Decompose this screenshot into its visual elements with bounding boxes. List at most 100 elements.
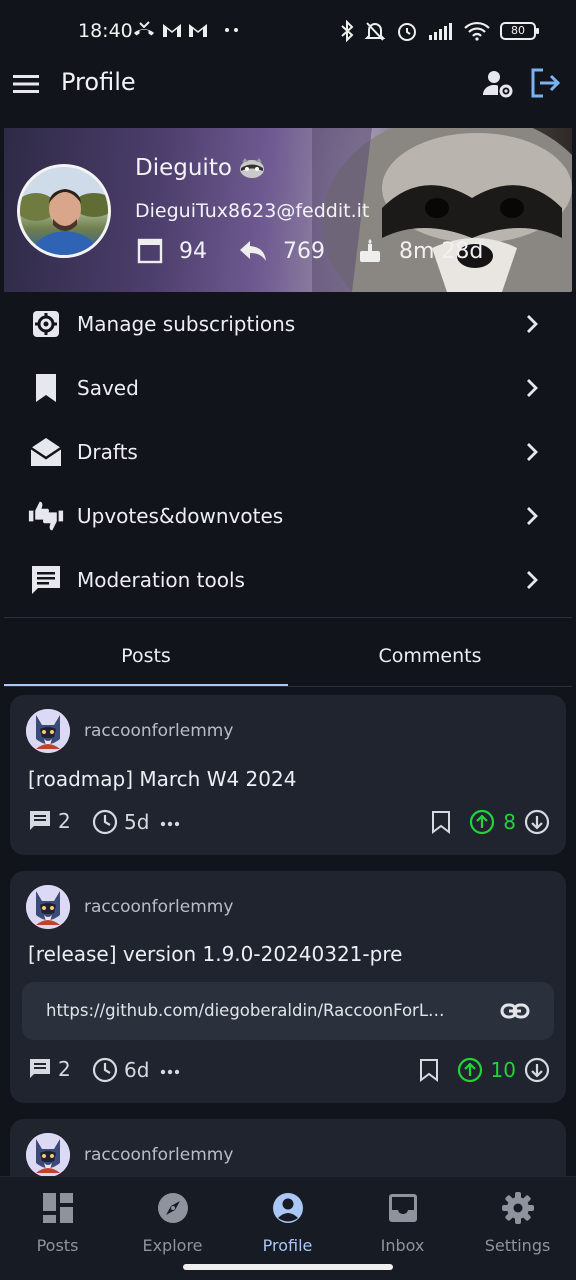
community-avatar [26,885,70,929]
post-age-text: 6d [124,1058,150,1082]
logout-icon[interactable] [528,66,562,100]
home-indicator[interactable] [183,1264,393,1270]
account-circle-icon [272,1193,303,1223]
chevron-right-icon [527,443,538,461]
compass-icon [157,1193,188,1223]
account-age-stat: 8m 28d [357,238,483,264]
comment-icon [30,1059,50,1078]
chevron-right-icon [527,315,538,333]
nav-settings[interactable]: Settings [460,1191,575,1255]
community-avatar [26,709,70,753]
reply-icon [240,241,266,261]
post-footer: 2 5d 8 [28,809,550,841]
gear-icon [28,306,64,342]
wifi-icon [464,21,490,41]
gmail-icon [189,24,207,37]
post-author-name: raccoonforlemmy [84,721,234,741]
avatar[interactable] [17,164,111,258]
downvote-icon[interactable] [524,1057,550,1083]
avatar-photo [20,167,108,255]
nav-label: Profile [262,1236,313,1255]
missed-call-icon [134,21,154,36]
more-options-icon[interactable] [160,1069,180,1075]
clock-icon [92,809,118,835]
thumbs-updown-icon [28,498,64,534]
tabs-divider [4,686,572,687]
nav-explore[interactable]: Explore [115,1191,230,1255]
menu-item-upvotes-downvotes[interactable]: Upvotes&downvotes [0,484,576,548]
link-icon [500,1003,530,1019]
nav-label: Inbox [380,1236,425,1255]
upvote-icon[interactable] [469,809,495,835]
post-author[interactable]: raccoonforlemmy [26,1133,233,1177]
hamburger-menu-icon[interactable] [12,70,40,98]
downvote-icon[interactable] [524,809,550,835]
top-app-bar: Profile [0,62,576,106]
post-author-name: raccoonforlemmy [84,897,234,917]
vote-controls: 8 [431,809,550,835]
bookmark-icon [28,370,64,406]
post-card[interactable]: raccoonforlemmy [release] version 1.9.0-… [10,871,566,1103]
post-author[interactable]: raccoonforlemmy [26,885,233,929]
comment-count[interactable]: 2 [28,809,71,833]
username: DieguiTux8623@feddit.it [135,200,370,222]
vote-controls: 10 [419,1057,550,1083]
nav-label: Settings [484,1236,551,1255]
raccoon-emoji-icon [239,158,264,178]
post-title[interactable]: [release] version 1.9.0-20240321-pre [28,942,402,966]
inbox-icon [388,1194,417,1222]
posts-count: 94 [179,238,207,264]
battery-indicator: 80 [500,22,539,40]
menu-item-saved[interactable]: Saved [0,356,576,420]
comment-count-text: 2 [58,809,71,833]
cake-icon [360,239,380,262]
nav-label: Explore [142,1236,203,1255]
alarm-icon [398,23,416,41]
more-options-icon[interactable] [160,821,180,827]
menu-item-label: Saved [77,376,139,400]
content-tabs: Posts Comments [4,625,572,687]
menu-item-drafts[interactable]: Drafts [0,420,576,484]
post-card[interactable]: raccoonforlemmy [roadmap] March W4 2024 … [10,695,566,855]
comment-icon [30,811,50,830]
comments-stat: 769 [239,239,325,264]
menu-item-manage-subscriptions[interactable]: Manage subscriptions [0,292,576,356]
profile-banner: Dieguito DieguiTux8623@feddit.it 94 769 … [4,128,572,292]
display-name: Dieguito [135,155,266,181]
profile-menu: Manage subscriptions Saved Drafts Upvote… [0,292,576,612]
nav-label: Posts [36,1236,79,1255]
post-title[interactable]: [roadmap] March W4 2024 [28,767,296,791]
mute-bell-icon [364,22,386,41]
account-age: 8m 28d [399,238,484,264]
post-author[interactable]: raccoonforlemmy [26,709,233,753]
chevron-right-icon [527,379,538,397]
comment-count-text: 2 [58,1057,71,1081]
article-icon [137,238,163,264]
bluetooth-icon [341,20,354,42]
post-author-name: raccoonforlemmy [84,1145,234,1165]
gear-icon [501,1192,534,1224]
posts-stat: 94 [137,238,207,264]
tab-posts[interactable]: Posts [4,625,288,687]
upvote-icon[interactable] [457,1057,483,1083]
bookmark-outline-icon[interactable] [431,810,451,834]
status-time: 18:40 [78,20,133,42]
page-title: Profile [61,68,136,96]
system-icons: 80 [340,20,539,42]
profile-stats: 94 769 8m 28d [137,238,515,264]
menu-item-moderation-tools[interactable]: Moderation tools [0,548,576,612]
section-divider [4,617,572,618]
post-link[interactable]: https://github.com/diegoberaldin/Raccoon… [22,982,554,1040]
signal-icon [429,23,452,40]
post-footer: 2 6d 10 [28,1057,550,1089]
nav-inbox[interactable]: Inbox [345,1191,460,1255]
post-age: 6d [92,1057,149,1083]
comment-count[interactable]: 2 [28,1057,71,1081]
nav-profile[interactable]: Profile [230,1191,345,1255]
bookmark-outline-icon[interactable] [419,1058,439,1082]
feedback-icon [28,562,64,598]
nav-posts[interactable]: Posts [0,1191,115,1255]
chevron-right-icon [527,571,538,589]
manage-account-icon[interactable] [482,68,514,100]
tab-comments[interactable]: Comments [288,625,572,687]
